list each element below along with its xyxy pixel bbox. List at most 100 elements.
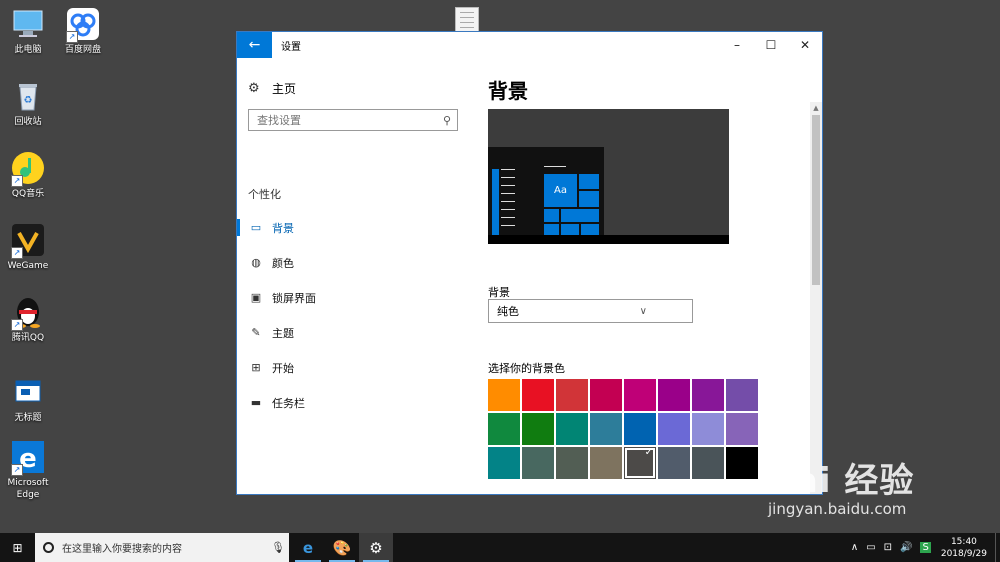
settings-search-box[interactable]: ⚲ [248,109,458,131]
color-swatch[interactable] [726,447,758,479]
paint-icon: 🎨 [332,538,352,557]
svg-text:♻: ♻ [24,95,33,106]
settings-sidebar: ⚙ 主页 ⚲ 个性化 ▭ 背景 ◍ 颜色 ▣ 锁屏界面 ✎ 主题 [237,58,473,494]
search-icon[interactable]: ⚲ [437,114,457,127]
windows-logo-icon: ⊞ [12,540,23,555]
color-swatch[interactable] [692,379,724,411]
desktop-icon-this-pc[interactable]: 此电脑 [3,7,53,56]
color-swatch[interactable] [658,379,690,411]
nav-item-taskbar[interactable]: ▬ 任务栏 [237,385,473,420]
color-swatch[interactable] [726,379,758,411]
minimize-button[interactable]: – [720,32,754,58]
color-swatch[interactable] [522,447,554,479]
maximize-icon: ☐ [765,38,777,52]
desktop-icon-untitled[interactable]: 无标题 [3,375,53,424]
desktop-icon-label: WeGame [7,261,49,271]
color-swatch[interactable] [488,447,520,479]
color-swatch[interactable] [726,413,758,445]
color-swatch[interactable] [590,379,622,411]
color-swatch[interactable] [590,413,622,445]
chevron-up-icon[interactable]: ∧ [851,542,858,553]
desktop-icon-label: 腾讯QQ [11,333,45,343]
nav-item-label: 开始 [272,361,294,375]
system-tray: ∧ ▭ ⊡ 🔊 S 15:40 2018/9/29 [847,533,1000,562]
preview-start-menu: Aa [488,147,604,235]
preview-tiles: Aa [544,174,599,235]
gear-icon: ⚙ [248,81,260,96]
start-button[interactable]: ⊞ [0,533,35,562]
preview-taskbar [488,235,729,244]
nav-item-start[interactable]: ⊞ 开始 [237,350,473,385]
color-swatch[interactable] [556,413,588,445]
window-title: 设置 [281,41,301,53]
taskbar-search-placeholder: 在这里输入你要搜索的内容 [62,544,182,555]
watermark-brand: Bai 经验 [768,461,915,501]
volume-icon[interactable]: 🔊 [900,542,912,553]
color-swatch[interactable] [692,447,724,479]
chevron-down-icon: ∨ [639,305,647,317]
color-swatch[interactable] [692,413,724,445]
color-swatch[interactable] [556,379,588,411]
baidu-jingyan-watermark: Bai 经验 jingyan.baidu.com [768,453,914,518]
color-swatch[interactable] [658,447,690,479]
color-swatch[interactable] [556,447,588,479]
desktop-icon-qq-music[interactable]: ↗ QQ音乐 [3,151,53,200]
clock[interactable]: 15:40 2018/9/29 [941,536,987,560]
ime-icon[interactable]: S [920,542,931,553]
desktop-icon-recycle-bin[interactable]: ♻ 回收站 [3,79,53,128]
background-type-dropdown[interactable]: 纯色 ∨ [488,299,693,323]
settings-search-input[interactable] [249,113,437,127]
shortcut-arrow-icon: ↗ [11,319,23,331]
taskbar-search-box[interactable]: 在这里输入你要搜索的内容 🎙 [35,533,289,562]
taskbar-settings[interactable]: ⚙ [359,533,393,562]
taskbar-paint[interactable]: 🎨 [325,533,359,562]
qq-music-icon: ↗ [11,151,45,187]
color-swatch[interactable] [658,413,690,445]
scroll-up-arrow-icon[interactable]: ▲ [810,102,822,114]
close-icon: ✕ [799,38,811,52]
show-desktop-button[interactable] [995,533,1000,562]
shortcut-arrow-icon: ↗ [66,31,78,43]
recycle-bin-icon: ♻ [11,79,45,113]
nav-item-themes[interactable]: ✎ 主题 [237,315,473,350]
desktop-icon-tencent-qq[interactable]: ↗ 腾讯QQ [3,295,53,344]
color-swatch[interactable] [488,413,520,445]
untitled-app-icon [11,375,45,409]
nav-item-label: 锁屏界面 [272,291,316,305]
color-swatch[interactable] [522,413,554,445]
nav-item-background[interactable]: ▭ 背景 [237,210,473,245]
microphone-icon[interactable]: 🎙 [267,541,289,554]
color-swatch[interactable] [624,379,656,411]
close-button[interactable]: ✕ [788,32,822,58]
desktop-icon-edge[interactable]: e ↗ Microsoft Edge [3,440,53,501]
color-swatch[interactable] [590,447,622,479]
color-swatch[interactable] [522,379,554,411]
color-swatch-grid [488,379,758,479]
personalization-nav: ▭ 背景 ◍ 颜色 ▣ 锁屏界面 ✎ 主题 ⊞ 开始 ▬ 任务栏 [237,210,473,420]
scrollbar-thumb[interactable] [812,115,820,285]
desktop-icon-wegame[interactable]: ↗ WeGame [3,223,53,272]
network-icon[interactable]: ⊡ [884,542,892,553]
settings-content: 背景 Aa 背景 纯色 ∨ 选择你的背景色 ✓ [488,58,808,494]
computer-icon [11,7,45,41]
settings-window: ← 设置 – ☐ ✕ ⚙ 主页 ⚲ 个性化 ▭ 背景 ◍ 颜色 ▣ 锁屏界面 [236,31,823,495]
desktop-preview: Aa [488,109,729,244]
nav-item-colors[interactable]: ◍ 颜色 [237,245,473,280]
taskbar-edge[interactable]: e [291,533,325,562]
desktop-icon-label: 百度网盘 [64,45,101,55]
back-button[interactable]: ← [237,32,272,58]
maximize-button[interactable]: ☐ [754,32,788,58]
color-swatch[interactable] [624,447,656,479]
battery-icon[interactable]: ▭ [866,542,875,553]
color-swatch[interactable] [624,413,656,445]
shortcut-arrow-icon: ↗ [11,464,23,476]
nav-item-lock-screen[interactable]: ▣ 锁屏界面 [237,280,473,315]
home-link[interactable]: ⚙ 主页 [248,80,296,97]
edge-icon: e [302,538,314,557]
theme-brush-icon: ✎ [251,326,261,339]
desktop-icon-baidu-netdisk[interactable]: ↗ 百度网盘 [58,7,108,56]
color-swatch[interactable] [488,379,520,411]
back-arrow-icon: ← [248,37,261,53]
scrollbar[interactable]: ▲ [810,102,822,494]
background-type-label: 背景 [488,286,510,299]
